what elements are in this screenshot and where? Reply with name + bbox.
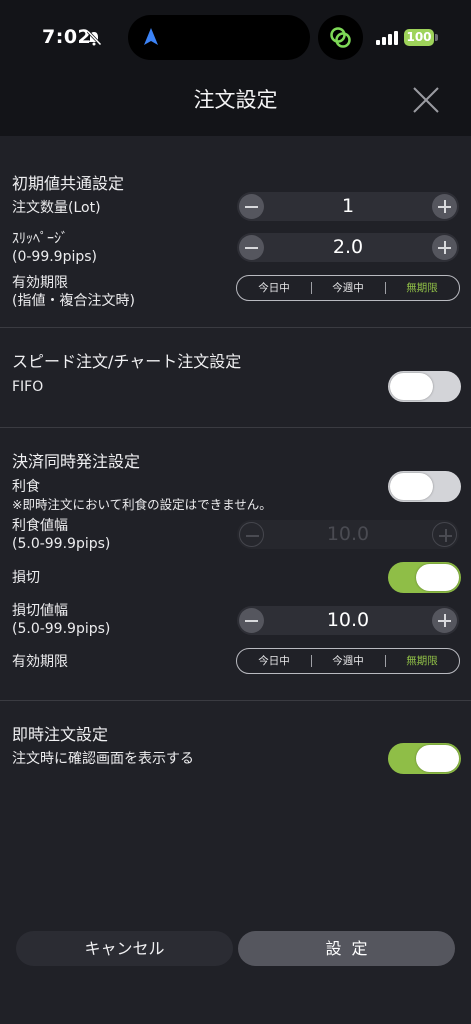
slippage-value[interactable]: 2.0 <box>267 233 429 262</box>
expiry-option-this-week[interactable]: 今週中 <box>311 276 385 300</box>
slippage-label-line2: (0-99.9pips) <box>12 249 98 265</box>
expiry-option-indefinite[interactable]: 無期限 <box>385 276 459 300</box>
expiry-option-indefinite[interactable]: 無期限 <box>385 649 459 673</box>
navigation-arrow-icon <box>144 28 158 45</box>
stop-loss-width-label: 損切値幅 (5.0-99.9pips) <box>12 602 110 638</box>
section-initial-settings: 初期値共通設定 注文数量(Lot) 1 ｽﾘｯﾍﾟｰｼﾞ (0-99.9pips… <box>0 136 471 328</box>
cancel-button[interactable]: キャンセル <box>16 931 233 966</box>
stop-loss-label: 損切 <box>12 570 40 586</box>
confirm-button[interactable]: 設定 <box>238 931 455 966</box>
take-profit-note: ※即時注文において利食の設定はできません。 <box>12 497 272 512</box>
fifo-label: FIFO <box>12 379 44 395</box>
cellular-signal-icon <box>376 31 398 45</box>
slippage-label-line1: ｽﾘｯﾍﾟｰｼﾞ <box>12 231 68 247</box>
status-time: 7:02 <box>42 26 92 48</box>
section-speed-order: スピード注文/チャート注文設定 FIFO <box>0 328 471 428</box>
toggle-knob <box>416 745 459 772</box>
slippage-stepper: 2.0 <box>237 233 459 262</box>
expiry-segmented-control: 今日中 今週中 無期限 <box>236 275 460 301</box>
toggle-knob <box>390 473 433 500</box>
battery-indicator: 100 <box>404 29 434 46</box>
section-title: スピード注文/チャート注文設定 <box>12 352 242 371</box>
take-profit-width-label-line2: (5.0-99.9pips) <box>12 536 111 552</box>
link-icon <box>330 27 351 48</box>
take-profit-label: 利食 ※即時注文において利食の設定はできません。 <box>12 478 272 514</box>
battery-tip <box>435 34 438 41</box>
stop-loss-toggle[interactable] <box>388 562 461 593</box>
increment-button <box>432 522 457 547</box>
order-quantity-value[interactable]: 1 <box>267 192 429 221</box>
increment-button[interactable] <box>432 608 457 633</box>
take-profit-width-stepper: 10.0 <box>237 520 459 549</box>
take-profit-width-label-line1: 利食値幅 <box>12 518 68 534</box>
decrement-button[interactable] <box>239 194 264 219</box>
top-bar: 7:02 100 注文設定 <box>0 0 471 136</box>
link-activity-indicator <box>318 15 363 60</box>
section-instant-order: 即時注文設定 注文時に確認画面を表示する <box>0 701 471 801</box>
toggle-knob <box>416 564 459 591</box>
decrement-button[interactable] <box>239 235 264 260</box>
decrement-button[interactable] <box>239 608 264 633</box>
take-profit-toggle[interactable] <box>388 471 461 502</box>
expiry-label-line2: (指値・複合注文時) <box>12 293 135 309</box>
stop-loss-width-stepper: 10.0 <box>237 606 459 635</box>
order-quantity-label: 注文数量(Lot) <box>12 200 101 216</box>
increment-button[interactable] <box>432 194 457 219</box>
section-title: 初期値共通設定 <box>12 174 125 193</box>
expiry-option-today[interactable]: 今日中 <box>237 649 311 673</box>
page-title: 注文設定 <box>193 88 278 112</box>
confirm-screen-toggle[interactable] <box>388 743 461 774</box>
decrement-button <box>239 522 264 547</box>
take-profit-width-value: 10.0 <box>326 523 370 545</box>
take-profit-label-text: 利食 <box>12 479 40 495</box>
slippage-label: ｽﾘｯﾍﾟｰｼﾞ (0-99.9pips) <box>12 230 97 266</box>
order-quantity-stepper: 1 <box>237 192 459 221</box>
settlement-expiry-label: 有効期限 <box>12 654 68 670</box>
close-icon[interactable] <box>410 84 442 116</box>
take-profit-width-label: 利食値幅 (5.0-99.9pips) <box>12 517 110 553</box>
bell-muted-icon <box>86 30 102 46</box>
stop-loss-width-value[interactable]: 10.0 <box>267 606 429 635</box>
stop-loss-width-label-line1: 損切値幅 <box>12 603 68 619</box>
section-settlement-order: 決済同時発注設定 利食 ※即時注文において利食の設定はできません。 利食値幅 (… <box>0 428 471 701</box>
expiry-label-line1: 有効期限 <box>12 275 68 291</box>
confirm-screen-label: 注文時に確認画面を表示する <box>12 751 194 767</box>
increment-button[interactable] <box>432 235 457 260</box>
expiry-option-this-week[interactable]: 今週中 <box>311 649 385 673</box>
toggle-knob <box>390 373 433 400</box>
expiry-option-today[interactable]: 今日中 <box>237 276 311 300</box>
expiry-label: 有効期限 (指値・複合注文時) <box>12 274 135 310</box>
fifo-toggle[interactable] <box>388 371 461 402</box>
settlement-expiry-segmented-control: 今日中 今週中 無期限 <box>236 648 460 674</box>
section-title: 即時注文設定 <box>12 725 109 744</box>
stop-loss-width-label-line2: (5.0-99.9pips) <box>12 621 111 637</box>
section-title: 決済同時発注設定 <box>12 452 141 471</box>
order-settings-screen: 7:02 100 注文設定 初期値共通設定 注文数量(Lot) 1 ｽﾘｯﾍﾟｰ… <box>0 0 471 1024</box>
